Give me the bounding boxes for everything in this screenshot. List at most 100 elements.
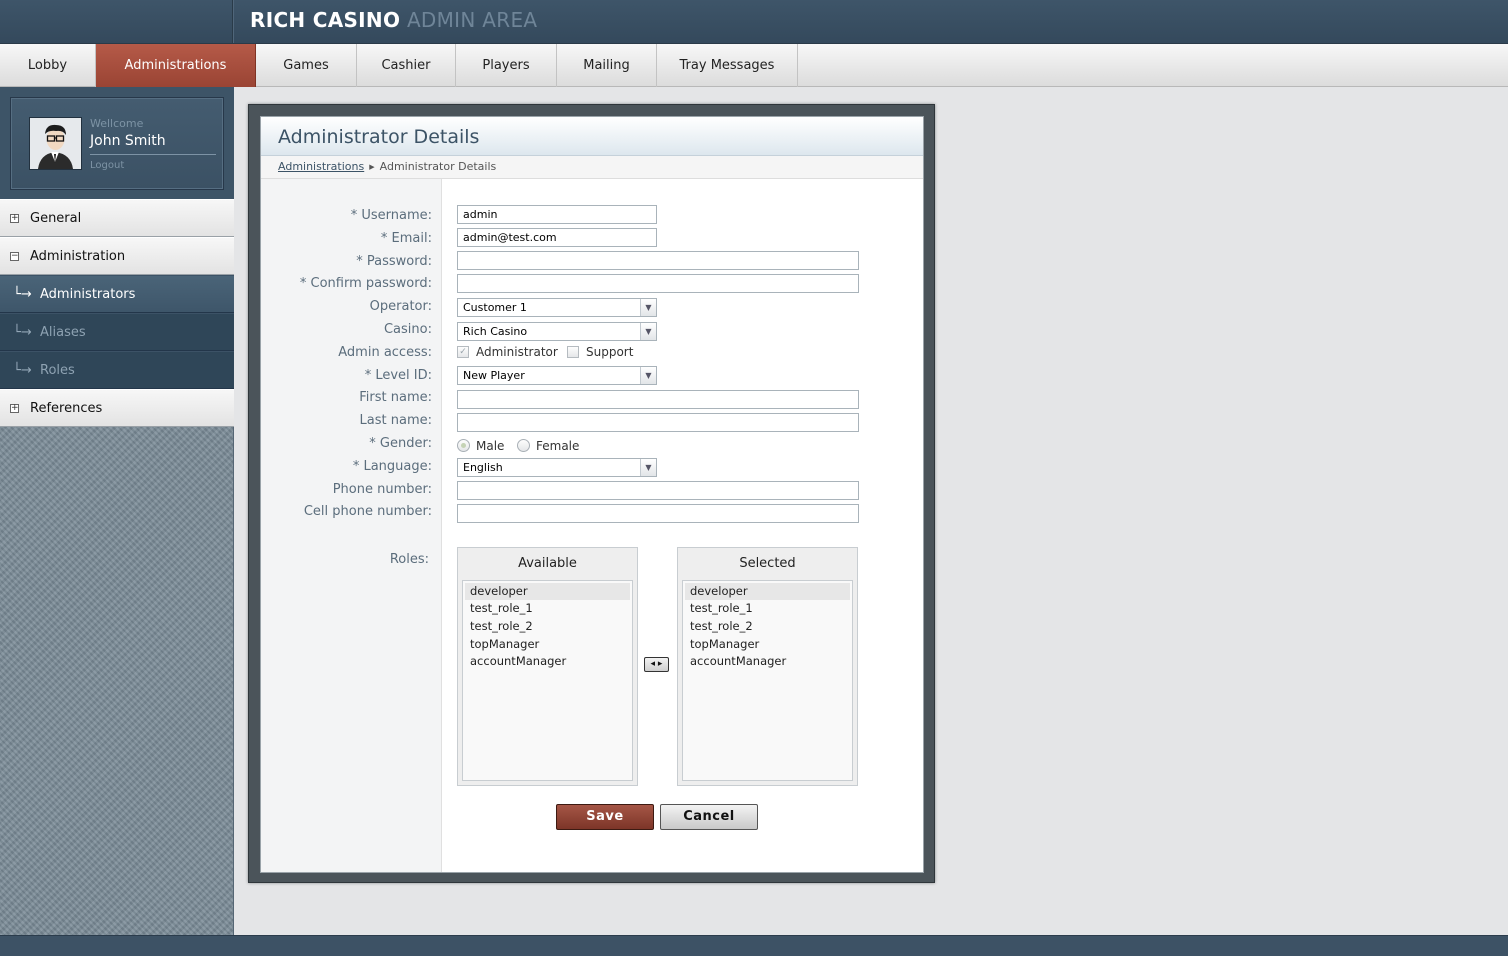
list-item[interactable]: developer: [465, 583, 630, 600]
logout-link[interactable]: Logout: [90, 160, 124, 171]
left-right-arrows-icon: ◂ ▸: [650, 659, 663, 669]
chevron-down-icon: ▼: [640, 299, 656, 316]
expand-plus-icon: +: [10, 213, 19, 223]
female-radio[interactable]: [517, 439, 530, 452]
sidebar-item-aliases[interactable]: └→ Aliases: [0, 313, 234, 351]
nav-tab-players[interactable]: Players: [456, 44, 557, 87]
first-name-input[interactable]: [457, 390, 859, 409]
page-title: Administrator Details: [261, 117, 923, 156]
last-name-label: Last name:: [359, 413, 432, 428]
available-roles-list[interactable]: developer test_role_1 test_role_2 topMan…: [462, 580, 633, 781]
sub-arrow-icon: └→: [13, 287, 32, 302]
casino-value: Rich Casino: [463, 325, 528, 338]
breadcrumb-link-administrations[interactable]: Administrations: [278, 160, 364, 173]
sidebar-item-administration[interactable]: − Administration: [0, 237, 234, 275]
user-area: Wellcome John Smith Logout: [0, 87, 234, 199]
save-button[interactable]: Save: [556, 804, 654, 830]
list-item[interactable]: topManager: [685, 636, 850, 653]
brand-main: RICH CASINO: [250, 8, 401, 32]
sidebar-item-label: Roles: [40, 363, 75, 378]
selected-roles-list[interactable]: developer test_role_1 test_role_2 topMan…: [682, 580, 853, 781]
email-input[interactable]: [457, 228, 657, 247]
operator-select[interactable]: Customer 1 ▼: [457, 298, 657, 317]
level-id-value: New Player: [463, 369, 525, 382]
move-roles-button[interactable]: ◂ ▸: [644, 657, 669, 672]
list-item[interactable]: test_role_2: [685, 618, 850, 635]
breadcrumb-current: Administrator Details: [379, 160, 497, 173]
app-header: RICH CASINO ADMIN AREA: [0, 0, 1508, 44]
password-input[interactable]: [457, 251, 859, 270]
expand-plus-icon: +: [10, 403, 19, 413]
list-item[interactable]: test_role_1: [685, 600, 850, 617]
sidebar-item-label: General: [30, 211, 82, 226]
username-input[interactable]: [457, 205, 657, 224]
language-select[interactable]: English ▼: [457, 458, 657, 477]
main-nav: Lobby Administrations Games Cashier Play…: [0, 44, 1508, 87]
details-panel: Administrator Details Administrations ▶ Ad…: [248, 104, 935, 883]
list-item[interactable]: accountManager: [685, 653, 850, 670]
cell-phone-label: Cell phone number:: [303, 504, 432, 519]
logo-slot: [0, 0, 233, 43]
chevron-down-icon: ▼: [640, 323, 656, 340]
list-item[interactable]: accountManager: [465, 653, 630, 670]
selected-roles-box: Selected developer test_role_1 test_role…: [677, 547, 858, 786]
casino-select[interactable]: Rich Casino ▼: [457, 322, 657, 341]
sidebar-item-roles[interactable]: └→ Roles: [0, 351, 234, 389]
casino-label: Casino:: [383, 322, 432, 337]
administrator-checkbox[interactable]: ✓: [457, 346, 469, 358]
available-roles-box: Available developer test_role_1 test_rol…: [457, 547, 638, 786]
confirm-password-input[interactable]: [457, 274, 859, 293]
nav-tab-administrations[interactable]: Administrations: [96, 44, 256, 87]
language-label: * Language:: [352, 459, 432, 474]
sidebar-item-label: References: [30, 401, 103, 416]
password-label: * Password:: [356, 254, 432, 269]
support-checkbox[interactable]: [567, 346, 579, 358]
male-radio[interactable]: [457, 439, 470, 452]
cell-phone-input[interactable]: [457, 504, 859, 523]
administrator-checkbox-label: Administrator: [476, 345, 558, 359]
sidebar-item-references[interactable]: + References: [0, 389, 234, 427]
sidebar: Wellcome John Smith Logout + General − A…: [0, 87, 234, 935]
cancel-button[interactable]: Cancel: [660, 804, 758, 830]
operator-label: Operator:: [369, 299, 432, 314]
operator-value: Customer 1: [463, 301, 527, 314]
nav-tab-lobby[interactable]: Lobby: [0, 44, 96, 87]
breadcrumb-arrow-icon: ▶: [369, 163, 375, 171]
gender-label: * Gender:: [369, 436, 432, 451]
list-item[interactable]: topManager: [465, 636, 630, 653]
roles-label: Roles:: [389, 552, 429, 567]
user-box: Wellcome John Smith Logout: [10, 97, 224, 190]
sidebar-item-administrators[interactable]: └→ Administrators: [0, 275, 234, 313]
sidebar-item-general[interactable]: + General: [0, 199, 234, 237]
last-name-input[interactable]: [457, 413, 859, 432]
user-avatar-icon: [29, 117, 82, 170]
breadcrumb: Administrations ▶ Administrator Details: [261, 156, 923, 179]
nav-tab-games[interactable]: Games: [256, 44, 357, 87]
sidebar-item-label: Administration: [30, 249, 126, 264]
sidebar-item-label: Aliases: [40, 325, 86, 340]
username-label: * Username:: [350, 208, 432, 223]
list-item[interactable]: test_role_1: [465, 600, 630, 617]
chevron-down-icon: ▼: [640, 367, 656, 384]
nav-tab-mailing[interactable]: Mailing: [557, 44, 657, 87]
level-id-select[interactable]: New Player ▼: [457, 366, 657, 385]
language-value: English: [463, 461, 503, 474]
phone-label: Phone number:: [332, 482, 432, 497]
nav-tab-cashier[interactable]: Cashier: [357, 44, 456, 87]
chevron-down-icon: ▼: [640, 459, 656, 476]
support-checkbox-label: Support: [586, 345, 634, 359]
level-id-label: * Level ID:: [364, 368, 432, 383]
list-item[interactable]: developer: [685, 583, 850, 600]
brand-title: RICH CASINO ADMIN AREA: [250, 8, 537, 32]
email-label: * Email:: [380, 231, 432, 246]
phone-input[interactable]: [457, 481, 859, 500]
sidebar-item-label: Administrators: [40, 287, 136, 302]
female-radio-label: Female: [536, 439, 580, 453]
brand-sub: ADMIN AREA: [406, 8, 538, 32]
list-item[interactable]: test_role_2: [465, 618, 630, 635]
confirm-password-label: * Confirm password:: [299, 276, 432, 291]
nav-tab-tray-messages[interactable]: Tray Messages: [657, 44, 798, 87]
male-radio-label: Male: [476, 439, 505, 453]
available-roles-title: Available: [518, 556, 577, 571]
sub-arrow-icon: └→: [13, 363, 32, 378]
